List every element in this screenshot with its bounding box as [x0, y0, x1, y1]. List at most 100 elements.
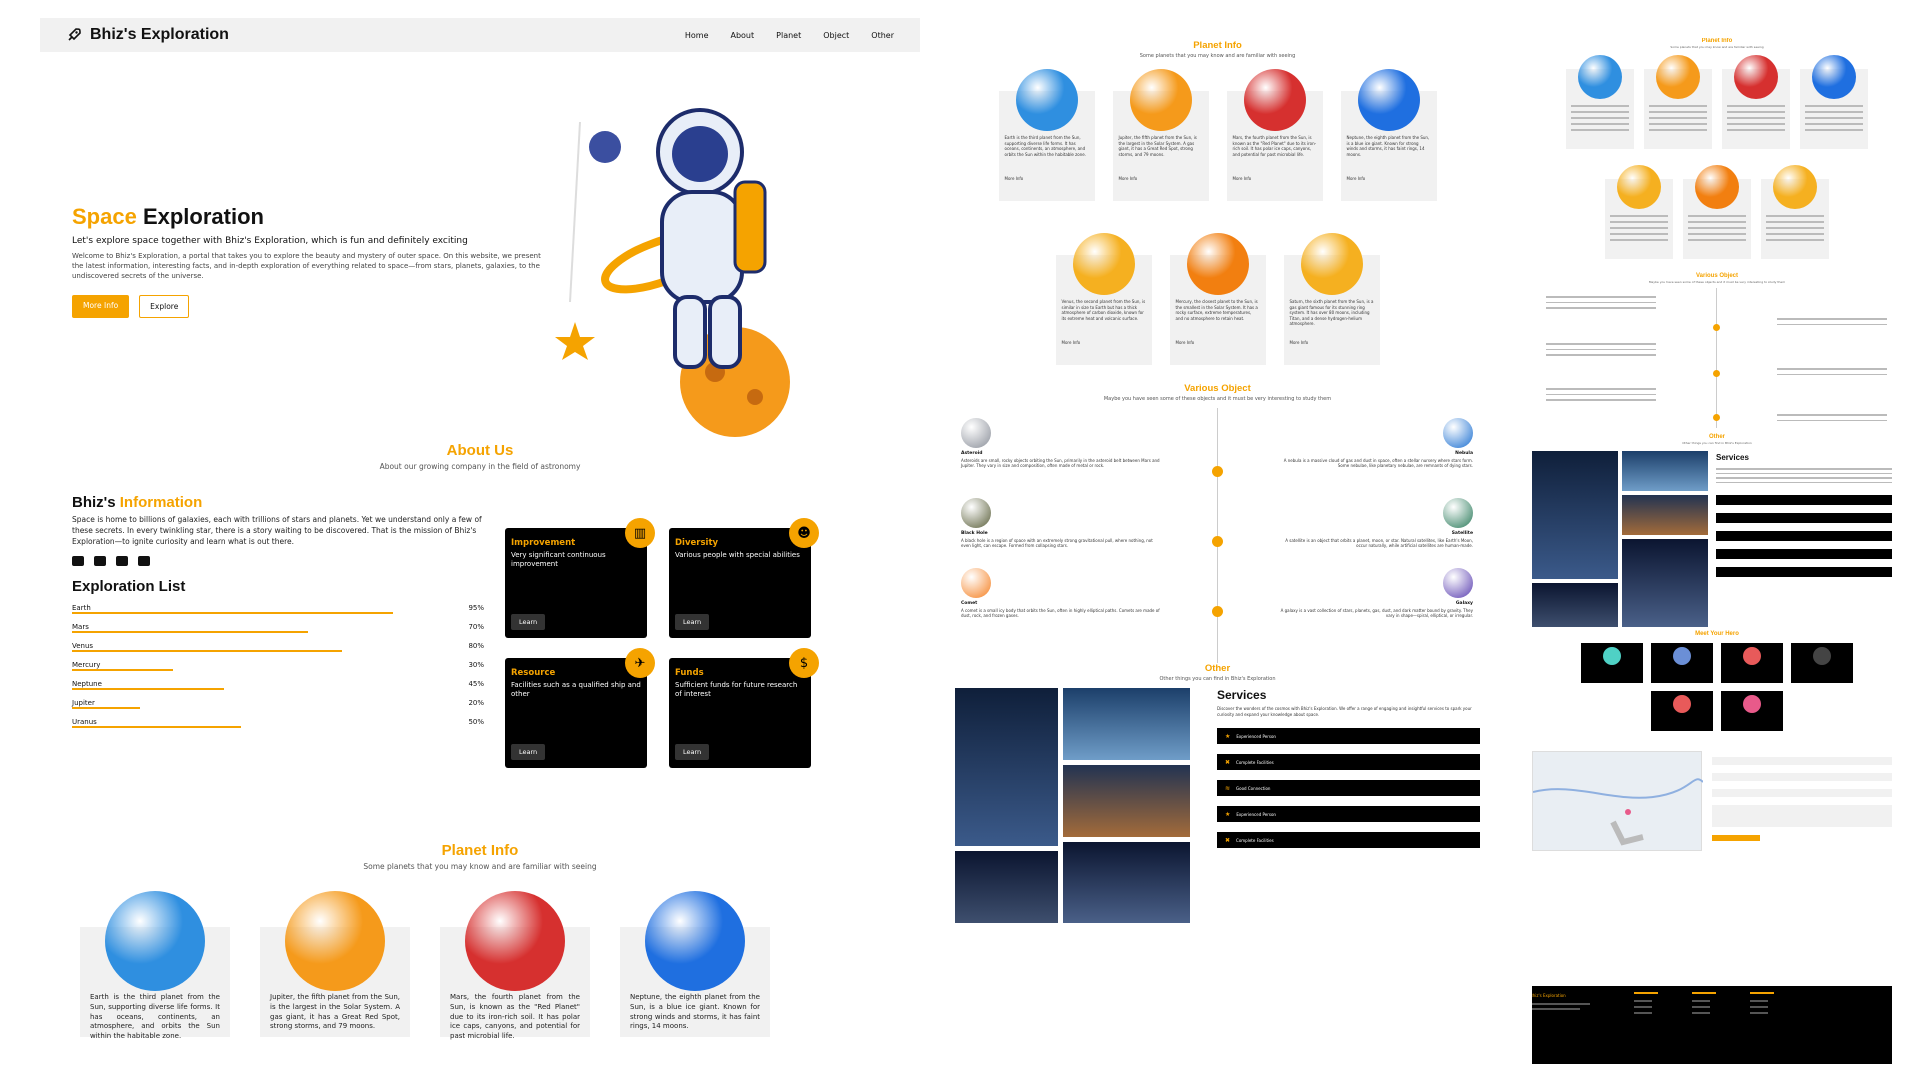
exploration-item-label: Mercury	[72, 661, 101, 669]
service-icon: ★	[1225, 810, 1231, 818]
planet-card-desc: Mars, the fourth planet from the Sun, is…	[450, 993, 580, 1041]
service-icon: ✖	[1225, 836, 1231, 844]
text-line	[1727, 111, 1785, 113]
exploration-item-row: Mars 70%	[72, 623, 484, 631]
text-line	[1805, 123, 1863, 125]
feature-card-title: Funds	[675, 668, 704, 678]
planet-card-desc: Earth is the third planet from the Sun, …	[90, 993, 220, 1041]
m-more-info-button[interactable]: More Info	[1233, 176, 1252, 181]
text-line	[1688, 227, 1746, 229]
neptune-planet-image	[645, 891, 745, 991]
learn-button[interactable]: Learn	[511, 744, 546, 760]
feature-card-title: Diversity	[675, 538, 719, 548]
text-line	[1571, 129, 1629, 131]
nav-object[interactable]: Object	[823, 31, 849, 40]
t-services-title: Services	[1716, 453, 1749, 462]
feature-card-title: Improvement	[511, 538, 576, 548]
m-more-info-button[interactable]: More Info	[1119, 176, 1138, 181]
text-line	[1649, 117, 1707, 119]
object-desc: A comet is a small icy body that orbits …	[961, 607, 1160, 619]
text-line	[1766, 239, 1824, 241]
other-section: Services Discover the wonders of the cos…	[955, 688, 1480, 1008]
text-line	[1766, 227, 1824, 229]
t-footer: Bhiz's Exploration	[1532, 986, 1892, 1064]
nav-other[interactable]: Other	[871, 31, 894, 40]
timeline-dot	[1212, 536, 1223, 547]
nav-planet[interactable]: Planet	[776, 31, 801, 40]
text-line	[1805, 129, 1863, 131]
services-title: Services	[1217, 688, 1267, 702]
services-description: Discover the wonders of the cosmos with …	[1217, 706, 1472, 717]
about-subtitle: About our growing company in the field o…	[379, 462, 581, 471]
planet-card-earth: Earth is the third planet from the Sun, …	[80, 891, 230, 1040]
m-planet-card-desc: Saturn, the sixth planet from the Sun, i…	[1289, 299, 1374, 327]
t-planet-info-title: Planet Info	[1701, 38, 1733, 44]
feature-card-desc: Sufficient funds for future research of …	[675, 681, 798, 699]
text-line	[1766, 233, 1824, 235]
m-earth-planet-image	[1015, 69, 1078, 131]
learn-button[interactable]: Learn	[675, 614, 710, 630]
service-icon: ≋	[1225, 784, 1231, 792]
brand[interactable]: Bhiz's Exploration	[66, 26, 229, 44]
hero-text: Space Exploration Let's explore space to…	[72, 204, 552, 319]
more-info-button[interactable]: More Info	[72, 295, 130, 319]
about-title: About Us	[446, 442, 514, 459]
m-more-info-button[interactable]: More Info	[1005, 176, 1024, 181]
object-item-comet: Comet A comet is a small icy body that or…	[961, 568, 1161, 619]
nav-about[interactable]: About	[730, 31, 754, 40]
nav-links: Home About Planet Object Other	[685, 31, 894, 40]
planet-card-mars: Mars, the fourth planet from the Sun, is…	[440, 891, 590, 1040]
object-item-nebula: Nebula A nebula is a massive cloud of gas…	[1273, 418, 1473, 469]
feature-card-improvement: ▥ Improvement Very significant continuous …	[505, 518, 655, 638]
m-other-subtitle: Other things you can find in Bhiz's Expl…	[1159, 676, 1276, 682]
service-item: ★ Experienced Person	[1217, 806, 1480, 822]
comet-icon	[961, 568, 991, 598]
x-icon[interactable]	[94, 555, 106, 566]
exploration-item-percent: 95%	[468, 604, 484, 612]
t-mars-planet-image	[1734, 55, 1778, 99]
exploration-item-label: Earth	[72, 604, 91, 612]
object-desc: A galaxy is a vast collection of stars, …	[1280, 607, 1473, 619]
timeline-dot	[1212, 606, 1223, 617]
learn-button[interactable]: Learn	[675, 744, 710, 760]
text-line	[1766, 215, 1824, 217]
m-more-info-button[interactable]: More Info	[1176, 340, 1195, 345]
feature-card-funds: $ Funds Sufficient funds for future resear…	[669, 648, 819, 768]
hero-title-highlight: Space	[72, 204, 137, 229]
text-line	[1649, 111, 1707, 113]
t-planet-card-saturn	[1761, 165, 1829, 259]
m-mars-planet-image	[1243, 69, 1306, 131]
exploration-list: Exploration List Earth 95% Mars 70% Venus 80%…	[72, 578, 484, 728]
object-item-galaxy: Galaxy A galaxy is a vast collection of s…	[1273, 568, 1473, 619]
youtube-icon[interactable]	[72, 555, 84, 566]
explore-button[interactable]: Explore	[139, 295, 190, 319]
text-line	[1727, 105, 1785, 107]
galaxy-icon	[1443, 568, 1473, 598]
brand-name: Bhiz's Exploration	[90, 26, 229, 43]
exploration-title: Exploration List	[72, 578, 186, 595]
m-more-info-button[interactable]: More Info	[1062, 340, 1081, 345]
nav-home[interactable]: Home	[685, 31, 709, 40]
t-planet-card-neptune	[1800, 55, 1868, 149]
about-heading-b: Information	[119, 494, 203, 511]
text-line	[1610, 239, 1668, 241]
m-more-info-button[interactable]: More Info	[1290, 340, 1309, 345]
exploration-progress-bar	[72, 688, 225, 690]
exploration-item-percent: 20%	[468, 699, 484, 707]
instagram-icon[interactable]	[116, 555, 128, 566]
exploration-progress-bar	[72, 669, 174, 671]
m-planet-card-mercury: Mercury, the closest planet to the Sun, …	[1169, 233, 1266, 365]
learn-button[interactable]: Learn	[511, 614, 546, 630]
hero-title-rest: Exploration	[136, 204, 264, 229]
m-more-info-button[interactable]: More Info	[1347, 176, 1366, 181]
object-item-satellite: Satellite A satellite is an object that o…	[1273, 498, 1473, 549]
exploration-item: Mercury 30%	[72, 661, 484, 671]
facebook-icon[interactable]	[138, 555, 150, 566]
service-label: Experienced Person	[1236, 811, 1276, 817]
t-team-grid	[1567, 643, 1867, 731]
text-line	[1610, 233, 1668, 235]
text-line	[1805, 117, 1863, 119]
text-line	[1727, 129, 1785, 131]
exploration-progress-bar	[72, 631, 309, 633]
rocket-pad-photo	[1063, 842, 1190, 923]
